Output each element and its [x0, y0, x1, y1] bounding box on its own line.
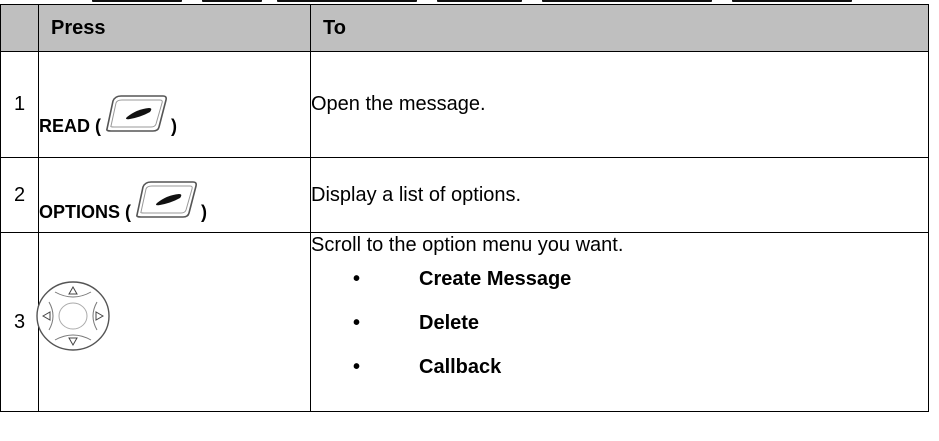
- soft-key-icon: [106, 94, 167, 132]
- table-row: 2 OPTIONS ( ) Display a list of options.: [0, 157, 929, 233]
- press-instruction: READ ( ): [39, 94, 177, 137]
- press-cell: READ ( ): [38, 51, 311, 158]
- press-label: OPTIONS (: [39, 202, 132, 222]
- press-suffix: ): [201, 202, 208, 222]
- step-number: 2: [0, 157, 39, 233]
- soft-key-icon: [136, 181, 198, 218]
- option-label: Create Message: [419, 267, 572, 290]
- press-cell: OPTIONS ( ): [38, 157, 311, 233]
- press-label: READ (: [39, 115, 101, 136]
- instruction-table: Press To 1 READ ( ) Open the message. 2: [0, 4, 929, 412]
- option-label: Callback: [419, 355, 502, 378]
- list-item: • Callback: [311, 345, 928, 389]
- option-label: Delete: [419, 311, 480, 334]
- manual-page: Press To 1 READ ( ) Open the message. 2: [0, 0, 939, 441]
- list-item: • Create Message: [311, 257, 928, 301]
- list-item: • Delete: [311, 301, 928, 345]
- step-number: 1: [0, 51, 39, 158]
- scroll-instruction: Scroll to the option menu you want.: [311, 233, 624, 256]
- table-row: 1 READ ( ) Open the message.: [0, 51, 929, 158]
- option-list: • Create Message • Delete • Callback: [311, 257, 928, 389]
- table-row: 3 Scroll to the option menu you want. • …: [0, 232, 929, 412]
- to-cell: Open the message.: [310, 51, 929, 158]
- header-to: To: [310, 4, 929, 52]
- bullet: •: [353, 311, 361, 334]
- to-cell: Scroll to the option menu you want. • Cr…: [310, 232, 929, 412]
- table-header-row: Press To: [0, 4, 929, 52]
- header-number: [0, 4, 39, 52]
- press-suffix: ): [171, 115, 177, 136]
- bullet: •: [353, 355, 361, 378]
- bullet: •: [353, 267, 361, 290]
- header-press: Press: [38, 4, 311, 52]
- navigation-key-icon: [36, 280, 110, 351]
- press-cell: [36, 232, 311, 412]
- press-instruction: OPTIONS ( ): [39, 181, 208, 223]
- to-cell: Display a list of options.: [310, 157, 929, 233]
